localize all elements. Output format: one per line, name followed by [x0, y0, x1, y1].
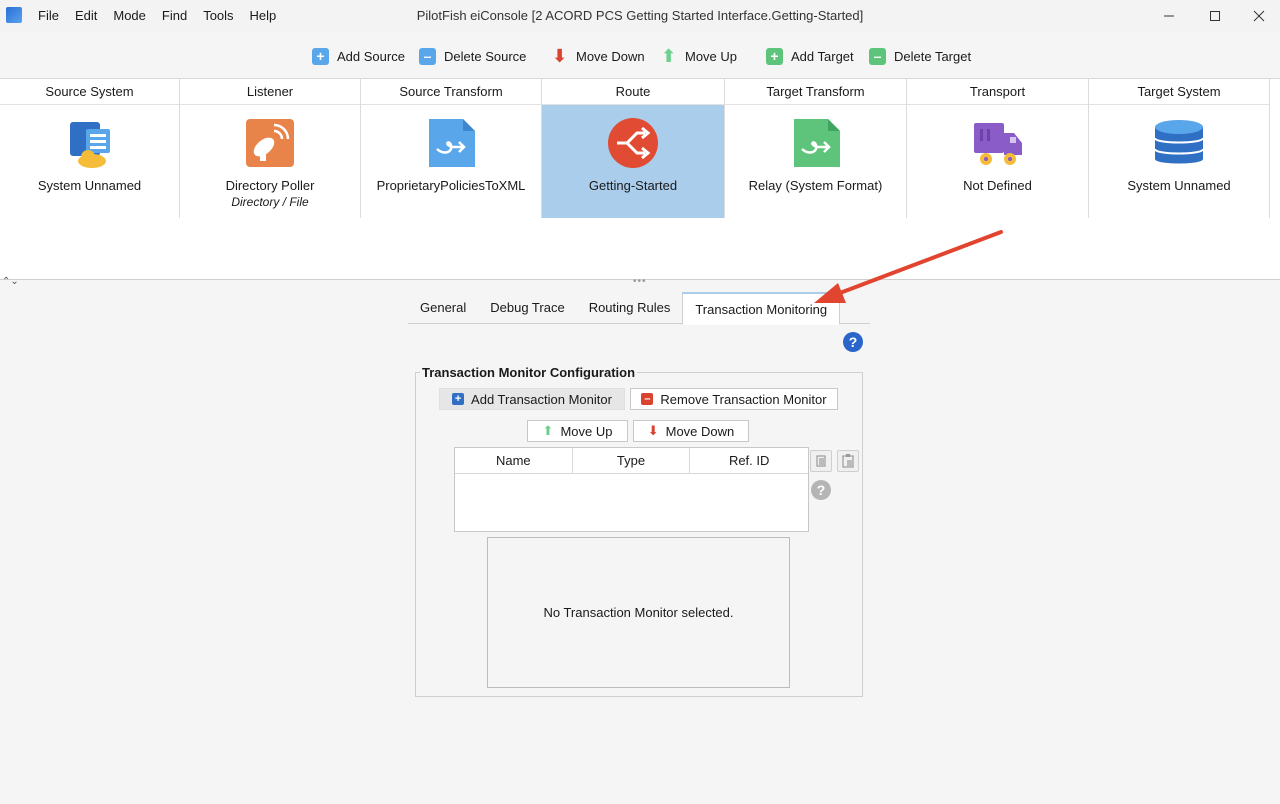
- stage-header: Listener: [180, 79, 360, 105]
- menu-edit[interactable]: Edit: [75, 8, 97, 23]
- pipeline-empty-area: [0, 218, 1280, 280]
- move-up-button[interactable]: ⬆ Move Up: [660, 45, 737, 67]
- remove-transaction-monitor-button[interactable]: – Remove Transaction Monitor: [630, 388, 838, 410]
- stage-label: System Unnamed: [1127, 178, 1231, 193]
- plus-icon: +: [452, 393, 465, 405]
- delete-source-button[interactable]: – Delete Source: [419, 45, 526, 67]
- remove-monitor-label: Remove Transaction Monitor: [660, 391, 827, 407]
- close-icon: [1253, 10, 1265, 22]
- app-icon: [6, 7, 22, 23]
- stage-header: Source System: [0, 79, 179, 105]
- column-header-type[interactable]: Type: [573, 448, 691, 473]
- minus-icon: –: [869, 47, 886, 65]
- help-icon[interactable]: ?: [843, 332, 863, 352]
- stage-listener[interactable]: Listener Directory Poller Directory / Fi…: [180, 79, 361, 218]
- add-source-button[interactable]: + Add Source: [312, 45, 405, 67]
- stage-label: Not Defined: [963, 178, 1032, 193]
- route-icon: [608, 118, 658, 168]
- column-header-name[interactable]: Name: [455, 448, 573, 473]
- menu-find[interactable]: Find: [162, 8, 187, 23]
- empty-message: No Transaction Monitor selected.: [543, 605, 734, 620]
- minimize-button[interactable]: [1146, 0, 1192, 32]
- monitor-move-down-button[interactable]: ⬇ Move Down: [633, 420, 749, 442]
- collapse-expand-icon[interactable]: ⌃⌄: [2, 276, 19, 287]
- add-transaction-monitor-button[interactable]: + Add Transaction Monitor: [439, 388, 625, 410]
- minimize-icon: [1164, 15, 1174, 17]
- tab-general[interactable]: General: [408, 292, 478, 324]
- add-source-label: Add Source: [337, 48, 405, 64]
- minus-icon: –: [641, 393, 654, 405]
- delete-source-label: Delete Source: [444, 48, 527, 64]
- stage-header: Transport: [907, 79, 1088, 105]
- stage-target-transform[interactable]: Target Transform Relay (System Format): [725, 79, 907, 218]
- source-system-icon: [69, 122, 110, 168]
- stage-route[interactable]: Route Getting-Started: [542, 79, 725, 218]
- monitor-detail-panel: No Transaction Monitor selected.: [487, 537, 790, 688]
- paste-button[interactable]: [837, 450, 859, 472]
- truck-icon: [973, 123, 1022, 165]
- transform-document-icon: [793, 119, 840, 167]
- arrow-up-icon: ⬆: [542, 423, 554, 438]
- tab-debug-trace[interactable]: Debug Trace: [478, 292, 576, 324]
- copy-icon: [816, 455, 826, 467]
- paste-icon: [842, 454, 854, 468]
- table-help-icon[interactable]: ?: [811, 480, 831, 500]
- plus-icon: +: [312, 47, 329, 65]
- arrow-down-icon: ⬇: [647, 423, 659, 438]
- stage-label: Relay (System Format): [748, 178, 883, 193]
- minus-icon: –: [419, 47, 436, 65]
- add-target-label: Add Target: [791, 48, 854, 64]
- stage-target-system[interactable]: Target System System Unnamed: [1089, 79, 1270, 218]
- column-header-ref-id[interactable]: Ref. ID: [690, 448, 808, 473]
- tab-routing-rules[interactable]: Routing Rules: [577, 292, 683, 324]
- move-down-button[interactable]: ⬇ Move Down: [551, 45, 645, 67]
- add-monitor-label: Add Transaction Monitor: [471, 391, 612, 407]
- stage-header: Source Transform: [361, 79, 541, 105]
- arrow-down-icon: ⬇: [551, 46, 568, 66]
- detail-tabs: General Debug Trace Routing Rules Transa…: [408, 292, 870, 325]
- menu-mode[interactable]: Mode: [113, 8, 146, 23]
- copy-button[interactable]: [810, 450, 832, 472]
- monitor-move-up-label: Move Up: [560, 423, 613, 439]
- monitor-move-up-button[interactable]: ⬆ Move Up: [527, 420, 628, 442]
- splitter-handle[interactable]: •••: [633, 276, 647, 287]
- stage-header: Route: [542, 79, 724, 105]
- transform-document-icon: [429, 119, 475, 167]
- menu-help[interactable]: Help: [250, 8, 277, 23]
- stage-label: System Unnamed: [37, 178, 142, 193]
- stage-source-transform[interactable]: Source Transform ProprietaryPoliciesToXM…: [361, 79, 542, 218]
- stage-transport[interactable]: Transport Not Defined: [907, 79, 1089, 218]
- arrow-up-icon: ⬆: [660, 46, 677, 66]
- stage-header: Target Transform: [725, 79, 906, 105]
- plus-icon: +: [766, 47, 783, 65]
- database-icon: [1154, 120, 1204, 164]
- close-button[interactable]: [1236, 0, 1280, 32]
- stage-header: Target System: [1089, 79, 1269, 105]
- delete-target-button[interactable]: – Delete Target: [869, 45, 971, 67]
- stage-label: Directory Poller: [225, 178, 315, 193]
- stage-label: Getting-Started: [588, 178, 678, 193]
- maximize-button[interactable]: [1192, 0, 1238, 32]
- table-header: Name Type Ref. ID: [455, 448, 808, 474]
- add-target-button[interactable]: + Add Target: [766, 45, 854, 67]
- move-down-label: Move Down: [576, 48, 645, 64]
- group-title: Transaction Monitor Configuration: [420, 365, 638, 380]
- menu-bar: File Edit Mode Find Tools Help: [38, 8, 292, 23]
- menu-tools[interactable]: Tools: [203, 8, 233, 23]
- move-up-label: Move Up: [685, 48, 738, 64]
- monitor-move-down-label: Move Down: [665, 423, 735, 439]
- menu-file[interactable]: File: [38, 8, 59, 23]
- transaction-monitor-table[interactable]: Name Type Ref. ID: [454, 447, 809, 532]
- stage-sublabel: Directory / File: [231, 195, 309, 209]
- stage-source-system[interactable]: Source System System Unnamed: [0, 79, 180, 218]
- title-bar: File Edit Mode Find Tools Help PilotFish…: [0, 0, 1280, 32]
- satellite-dish-icon: [246, 119, 294, 167]
- delete-target-label: Delete Target: [894, 48, 972, 64]
- pipeline-stages: Source System System Unnamed Listener Di…: [0, 78, 1280, 218]
- maximize-icon: [1210, 11, 1220, 21]
- tab-transaction-monitoring[interactable]: Transaction Monitoring: [682, 292, 841, 325]
- main-toolbar: + Add Source – Delete Source ⬇ Move Down…: [0, 36, 1280, 76]
- stage-label: ProprietaryPoliciesToXML: [376, 178, 526, 193]
